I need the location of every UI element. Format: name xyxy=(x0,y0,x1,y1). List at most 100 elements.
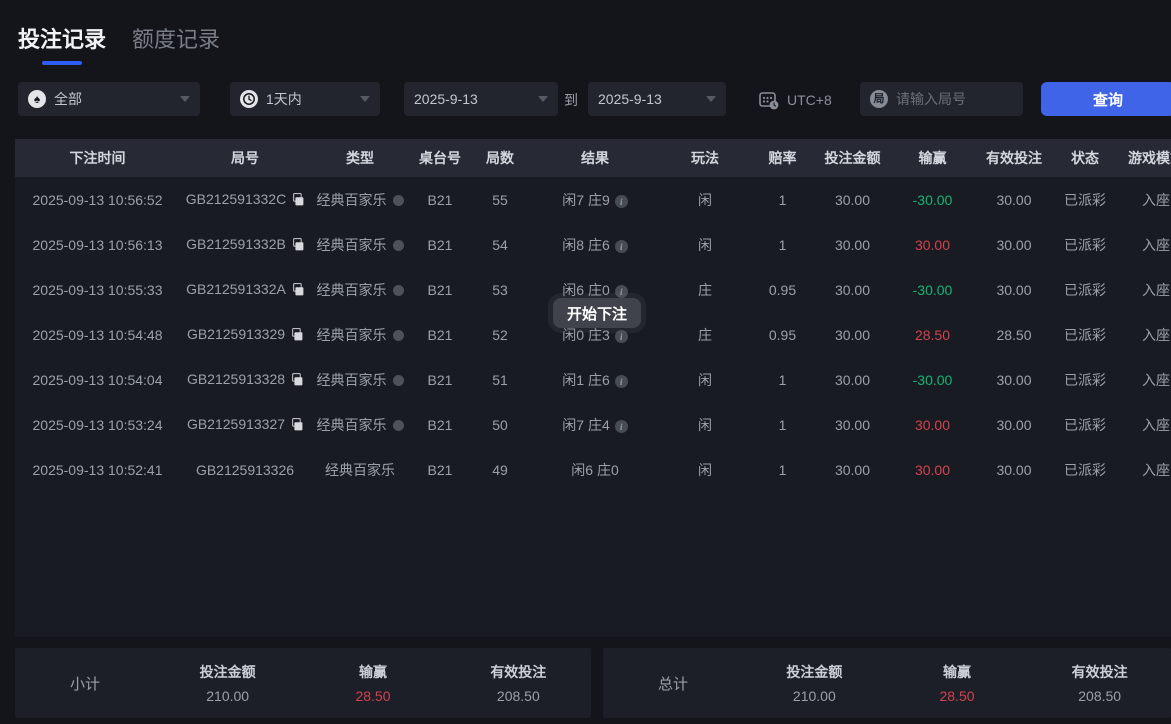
chevron-down-icon xyxy=(706,96,716,102)
odds-cell: 0.95 xyxy=(750,312,815,357)
spade-icon: ♠ xyxy=(28,90,46,108)
play-type-cell: 闲 xyxy=(660,402,750,447)
valid-bet-cell: 30.00 xyxy=(975,357,1053,402)
status-cell: 已派彩 xyxy=(1053,447,1117,492)
col-header-5: 结果 xyxy=(530,139,660,177)
info-icon[interactable]: i xyxy=(615,330,628,343)
copy-icon[interactable] xyxy=(291,238,304,254)
subtotal-valid-bet: 有效投注 208.50 xyxy=(446,662,591,704)
table-row: 2025-09-13 10:54:04GB2125913328经典百家乐B215… xyxy=(15,357,1171,402)
tab-quota-records[interactable]: 额度记录 xyxy=(132,22,220,65)
win-loss-cell: 30.00 xyxy=(890,447,975,492)
date-to-select[interactable]: 2025-9-13 xyxy=(588,82,726,116)
subtotal-win-loss: 输赢 28.50 xyxy=(300,662,445,704)
valid-bet-cell: 30.00 xyxy=(975,222,1053,267)
status-cell: 已派彩 xyxy=(1053,177,1117,222)
subtotal-card: 小计 投注金额 210.00 输赢 28.50 有效投注 208.50 xyxy=(15,648,591,718)
game-type-dot-icon xyxy=(393,195,404,206)
copy-icon[interactable] xyxy=(290,373,303,389)
timezone-indicator: UTC+8 xyxy=(758,89,832,111)
table-row: 2025-09-13 10:56:52GB212591332C经典百家乐B215… xyxy=(15,177,1171,222)
copy-icon[interactable] xyxy=(291,283,304,299)
col-header-12: 游戏模式 xyxy=(1117,139,1171,177)
game-type-dot-icon xyxy=(393,330,404,341)
odds-cell: 1 xyxy=(750,447,815,492)
odds-cell: 0.95 xyxy=(750,267,815,312)
time-range-value: 1天内 xyxy=(266,89,302,109)
copy-icon[interactable] xyxy=(290,418,303,434)
game-mode-cell: 入座 xyxy=(1117,267,1171,312)
query-button[interactable]: 查询 xyxy=(1041,82,1171,116)
play-type-cell: 庄 xyxy=(660,267,750,312)
round-count-cell: 52 xyxy=(470,312,530,357)
round-count-cell: 49 xyxy=(470,447,530,492)
time-range-select[interactable]: 1天内 xyxy=(230,82,380,116)
status-cell: 已派彩 xyxy=(1053,402,1117,447)
col-header-3: 桌台号 xyxy=(410,139,470,177)
info-icon[interactable]: i xyxy=(615,420,628,433)
valid-bet-cell: 28.50 xyxy=(975,312,1053,357)
valid-bet-cell: 30.00 xyxy=(975,447,1053,492)
game-type-dot-icon xyxy=(393,285,404,296)
result-cell: 闲8 庄6i xyxy=(530,222,660,267)
table-no-cell: B21 xyxy=(410,267,470,312)
date-from-select[interactable]: 2025-9-13 xyxy=(404,82,558,116)
chevron-down-icon xyxy=(360,96,370,102)
tab-bet-records[interactable]: 投注记录 xyxy=(18,22,106,65)
game-mode-cell: 入座 xyxy=(1117,222,1171,267)
round-input-placeholder: 请输入局号 xyxy=(896,89,966,109)
col-header-9: 输赢 xyxy=(890,139,975,177)
game-type-cell: 经典百家乐 xyxy=(310,402,410,447)
copy-icon[interactable] xyxy=(290,328,303,344)
records-panel: 下注时间局号类型桌台号局数结果玩法赔率投注金额输赢有效投注状态游戏模式 2025… xyxy=(15,139,1171,637)
round-id-cell: GB2125913326 xyxy=(180,447,310,492)
round-id-cell: GB2125913328 xyxy=(180,357,310,402)
info-icon[interactable]: i xyxy=(615,195,628,208)
bet-amount-cell: 30.00 xyxy=(815,267,890,312)
col-header-8: 投注金额 xyxy=(815,139,890,177)
info-icon[interactable]: i xyxy=(615,240,628,253)
status-cell: 已派彩 xyxy=(1053,357,1117,402)
game-type-cell: 经典百家乐 xyxy=(310,357,410,402)
round-id-input[interactable]: 局 请输入局号 xyxy=(860,82,1023,116)
info-icon[interactable]: i xyxy=(615,285,628,298)
total-bet-amount: 投注金额 210.00 xyxy=(743,662,886,704)
round-count-cell: 55 xyxy=(470,177,530,222)
game-type-select[interactable]: ♠ 全部 xyxy=(18,82,200,116)
bet-amount-cell: 30.00 xyxy=(815,222,890,267)
info-icon[interactable]: i xyxy=(615,375,628,388)
bet-amount-cell: 30.00 xyxy=(815,447,890,492)
play-type-cell: 闲 xyxy=(660,447,750,492)
game-type-dot-icon xyxy=(393,240,404,251)
round-count-cell: 53 xyxy=(470,267,530,312)
play-type-cell: 庄 xyxy=(660,312,750,357)
col-header-0: 下注时间 xyxy=(15,139,180,177)
play-type-cell: 闲 xyxy=(660,222,750,267)
chevron-down-icon xyxy=(180,96,190,102)
win-loss-cell: -30.00 xyxy=(890,267,975,312)
table-no-cell: B21 xyxy=(410,177,470,222)
tab-bet-records-label: 投注记录 xyxy=(18,27,106,52)
win-loss-cell: 28.50 xyxy=(890,312,975,357)
col-header-6: 玩法 xyxy=(660,139,750,177)
game-mode-cell: 入座 xyxy=(1117,177,1171,222)
round-count-cell: 50 xyxy=(470,402,530,447)
round-count-cell: 54 xyxy=(470,222,530,267)
round-id-cell: GB212591332C xyxy=(180,177,310,222)
calendar-clock-icon xyxy=(758,89,780,111)
col-header-7: 赔率 xyxy=(750,139,815,177)
bet-amount-cell: 30.00 xyxy=(815,357,890,402)
table-row: 2025-09-13 10:56:13GB212591332B经典百家乐B215… xyxy=(15,222,1171,267)
valid-bet-cell: 30.00 xyxy=(975,267,1053,312)
round-badge-icon: 局 xyxy=(870,90,888,108)
start-betting-tooltip: 开始下注 xyxy=(553,298,641,328)
win-loss-cell: 30.00 xyxy=(890,222,975,267)
copy-icon[interactable] xyxy=(291,193,304,209)
game-type-cell: 经典百家乐 xyxy=(310,447,410,492)
clock-icon xyxy=(240,90,258,108)
total-win-loss: 输赢 28.50 xyxy=(886,662,1029,704)
game-mode-cell: 入座 xyxy=(1117,312,1171,357)
subtotal-label: 小计 xyxy=(15,673,155,694)
round-id-cell: GB212591332A xyxy=(180,267,310,312)
table-header-row: 下注时间局号类型桌台号局数结果玩法赔率投注金额输赢有效投注状态游戏模式 xyxy=(15,139,1171,177)
